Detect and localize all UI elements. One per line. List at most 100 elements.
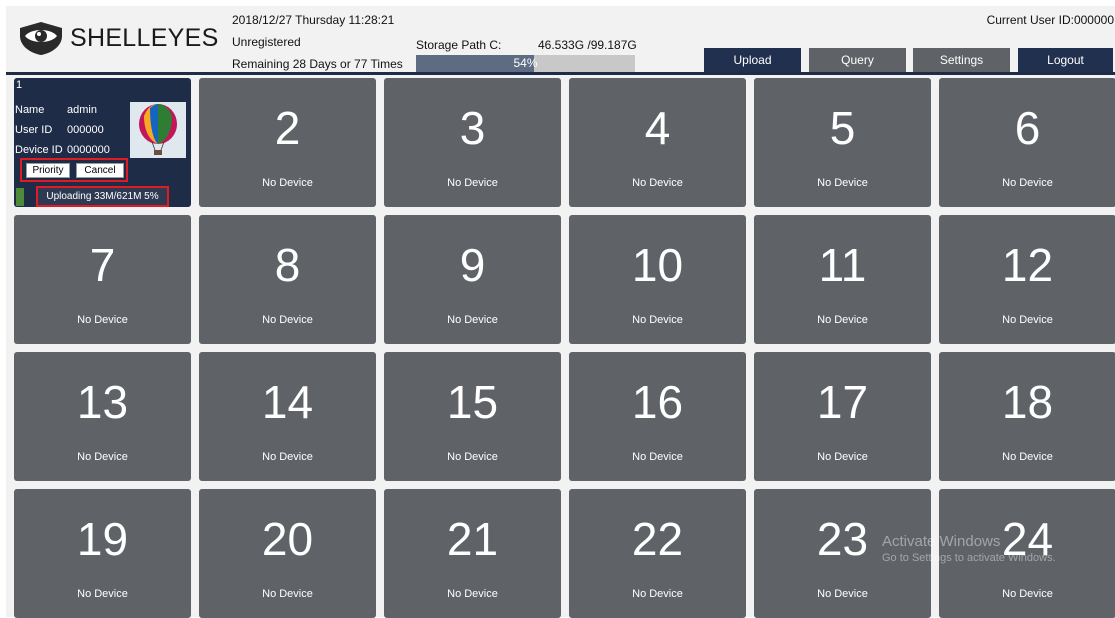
- name-label: Name: [15, 104, 45, 116]
- device-tile[interactable]: 16 No Device: [569, 352, 746, 481]
- storage-capacity: 46.533G /99.187G: [538, 38, 637, 52]
- device-slot-number: 20: [261, 513, 314, 565]
- device-slot-number: 7: [89, 239, 116, 291]
- device-name-row: Name admin: [15, 104, 97, 116]
- device-index: 1: [16, 79, 23, 91]
- header: SHELLEYES 2018/12/27 Thursday 11:28:21 U…: [6, 6, 1115, 74]
- device-status: No Device: [632, 314, 683, 326]
- device-slot-number: 6: [1014, 102, 1041, 154]
- remaining-trial: Remaining 28 Days or 77 Times: [232, 57, 403, 71]
- balloon-thumbnail: [130, 102, 186, 158]
- device-slot-number: 13: [76, 376, 129, 428]
- device-slot-number: 22: [631, 513, 684, 565]
- deviceid-value: 0000000: [67, 144, 110, 156]
- device-tile[interactable]: 13 No Device: [14, 352, 191, 481]
- device-slot-number: 12: [1001, 239, 1054, 291]
- device-slot-number: 17: [816, 376, 869, 428]
- device-tile[interactable]: 18 No Device: [939, 352, 1115, 481]
- device-status: No Device: [817, 177, 868, 189]
- settings-button[interactable]: Settings: [913, 48, 1010, 72]
- cancel-button[interactable]: Cancel: [76, 163, 124, 178]
- device-slot-number: 4: [644, 102, 671, 154]
- logout-button[interactable]: Logout: [1018, 48, 1113, 72]
- device-status: No Device: [1002, 588, 1053, 600]
- upload-status: Uploading 33M/621M 5%: [36, 186, 169, 207]
- device-tile[interactable]: 15 No Device: [384, 352, 561, 481]
- device-tile[interactable]: 9 No Device: [384, 215, 561, 344]
- device-status: No Device: [262, 451, 313, 463]
- storage-percent: 54%: [513, 56, 538, 70]
- device-slot-number: 10: [631, 239, 684, 291]
- device-status: No Device: [1002, 177, 1053, 189]
- storage-path-label: Storage Path C:: [416, 38, 502, 52]
- device-slot-number: 19: [76, 513, 129, 565]
- device-tile[interactable]: 22 No Device: [569, 489, 746, 618]
- upload-button[interactable]: Upload: [704, 48, 801, 72]
- device-tile[interactable]: 3 No Device: [384, 78, 561, 207]
- datetime: 2018/12/27 Thursday 11:28:21: [232, 13, 395, 27]
- upload-progress-indicator: [16, 188, 24, 206]
- device-status: No Device: [817, 451, 868, 463]
- device-slot-number: 5: [829, 102, 856, 154]
- activation-watermark: Activate Windows Go to Settings to activ…: [882, 533, 1056, 564]
- device-tile[interactable]: 12 No Device: [939, 215, 1115, 344]
- device-tile[interactable]: 4 No Device: [569, 78, 746, 207]
- device-tile[interactable]: 10 No Device: [569, 215, 746, 344]
- device-tile[interactable]: 11 No Device: [754, 215, 931, 344]
- device-status: No Device: [632, 588, 683, 600]
- device-tile[interactable]: 19 No Device: [14, 489, 191, 618]
- device-userid-row: User ID 000000: [15, 124, 104, 136]
- brand-name: SHELLEYES: [70, 23, 219, 52]
- userid-value: 000000: [67, 124, 104, 136]
- priority-button[interactable]: Priority: [26, 163, 70, 178]
- watermark-subtitle: Go to Settings to activate Windows.: [882, 552, 1056, 564]
- device-status: No Device: [1002, 314, 1053, 326]
- device-status: No Device: [817, 314, 868, 326]
- device-tile[interactable]: 6 No Device: [939, 78, 1115, 207]
- device-tile[interactable]: 7 No Device: [14, 215, 191, 344]
- device-tile-active[interactable]: 1 Name admin User ID 000000 Device ID 00000…: [14, 78, 191, 207]
- app-window: SHELLEYES 2018/12/27 Thursday 11:28:21 U…: [6, 6, 1115, 618]
- device-tile[interactable]: 5 No Device: [754, 78, 931, 207]
- device-status: No Device: [77, 588, 128, 600]
- device-status: No Device: [632, 177, 683, 189]
- device-slot-number: 21: [446, 513, 499, 565]
- device-slot-number: 16: [631, 376, 684, 428]
- header-divider: [6, 72, 1115, 75]
- device-slot-number: 2: [274, 102, 301, 154]
- storage-progress-bar: 54%: [416, 55, 635, 72]
- device-tile[interactable]: 20 No Device: [199, 489, 376, 618]
- device-slot-number: 8: [274, 239, 301, 291]
- device-status: No Device: [262, 588, 313, 600]
- eye-logo-icon: [20, 22, 62, 55]
- device-status: No Device: [817, 588, 868, 600]
- device-tile[interactable]: 8 No Device: [199, 215, 376, 344]
- userid-label: User ID: [15, 124, 53, 136]
- device-deviceid-row: Device ID 0000000: [15, 144, 110, 156]
- device-tile[interactable]: 2 No Device: [199, 78, 376, 207]
- device-status: No Device: [447, 451, 498, 463]
- device-slot-number: 14: [261, 376, 314, 428]
- logo: SHELLEYES: [16, 20, 219, 56]
- device-status: No Device: [447, 588, 498, 600]
- device-slot-number: 11: [818, 239, 867, 291]
- watermark-title: Activate Windows: [882, 533, 1001, 550]
- device-tile[interactable]: 17 No Device: [754, 352, 931, 481]
- device-tile[interactable]: 14 No Device: [199, 352, 376, 481]
- query-button[interactable]: Query: [809, 48, 906, 72]
- device-tile[interactable]: 21 No Device: [384, 489, 561, 618]
- device-status: No Device: [1002, 451, 1053, 463]
- device-status: No Device: [632, 451, 683, 463]
- device-actions-group: Priority Cancel: [20, 158, 128, 182]
- device-status: No Device: [447, 177, 498, 189]
- device-status: No Device: [262, 314, 313, 326]
- name-value: admin: [67, 104, 97, 116]
- registration-status: Unregistered: [232, 35, 301, 49]
- device-slot-number: 15: [446, 376, 499, 428]
- device-slot-number: 18: [1001, 376, 1054, 428]
- device-slot-number: 9: [459, 239, 486, 291]
- device-status: No Device: [262, 177, 313, 189]
- deviceid-label: Device ID: [15, 144, 63, 156]
- device-status: No Device: [77, 451, 128, 463]
- current-user-id: Current User ID:000000: [986, 13, 1114, 27]
